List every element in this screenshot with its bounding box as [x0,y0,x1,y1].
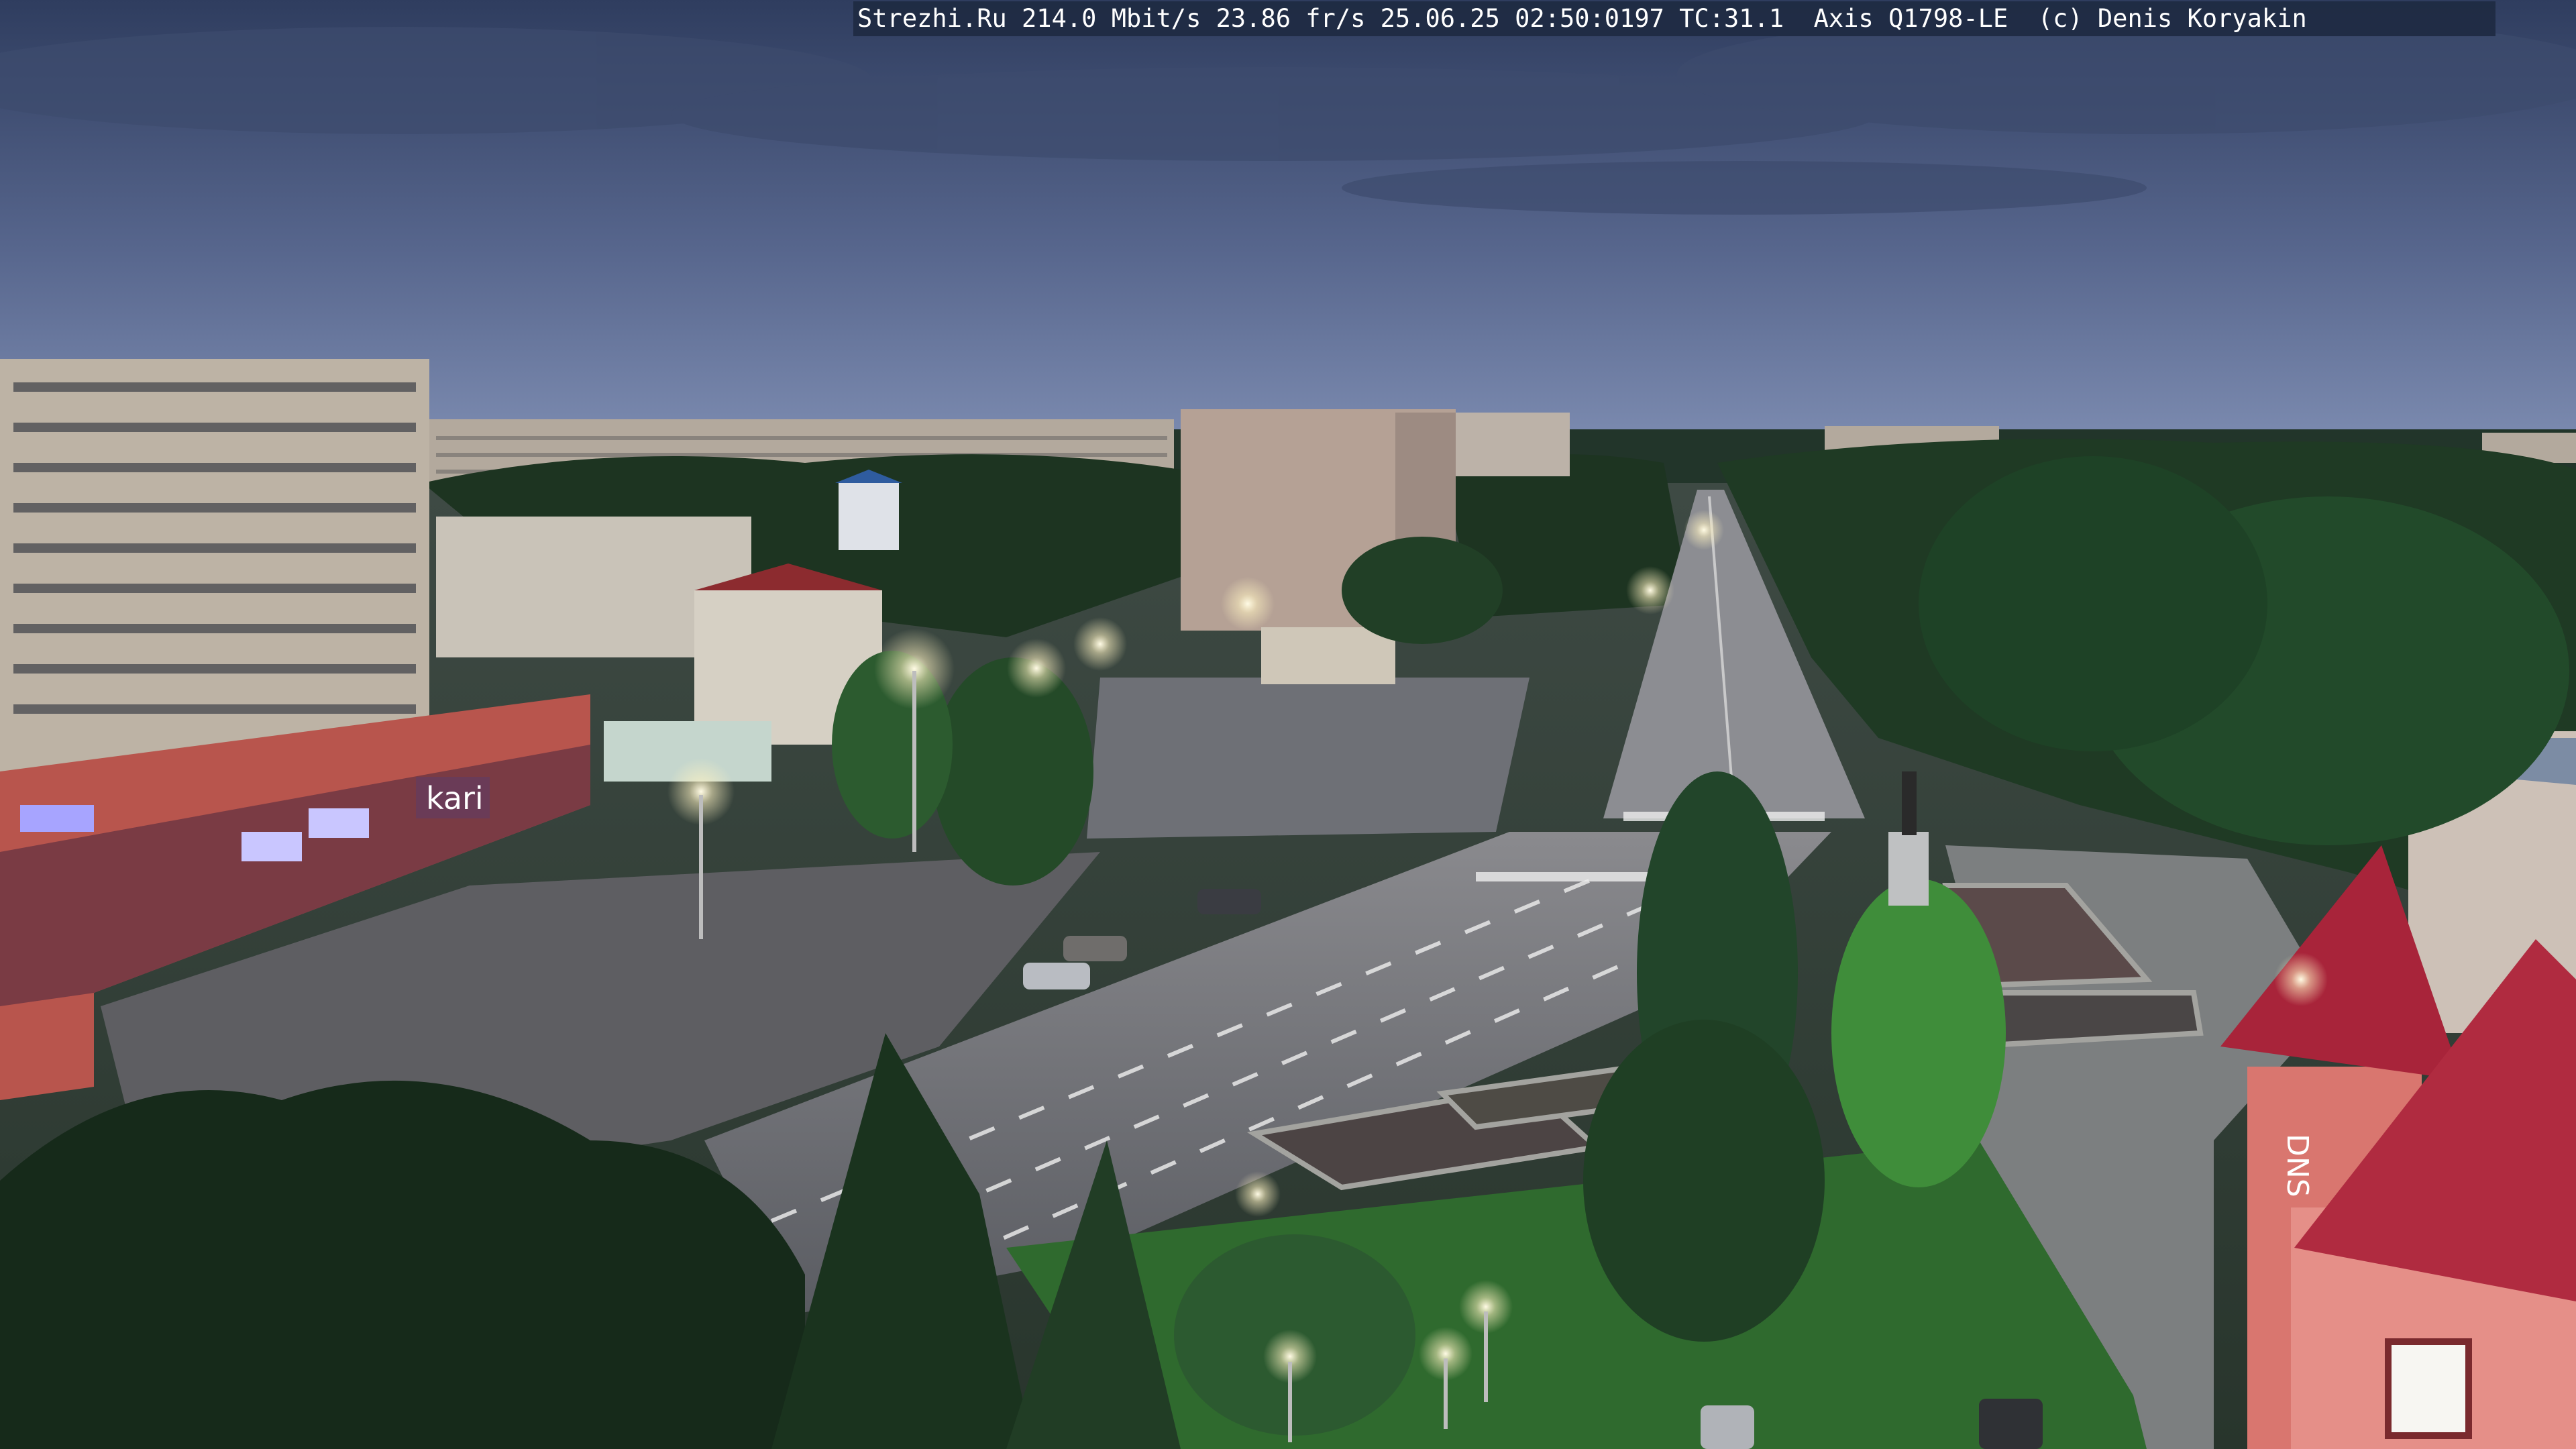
camera-info-overlay: Strezhi.Ru 214.0 Mbit/s 23.86 fr/s 25.06… [853,1,2496,36]
kari-sign-box: kari [416,777,490,818]
kiosk-building [1261,627,1395,684]
car-parked-2 [1979,1399,2043,1449]
parking-lot [1087,678,1529,839]
car-grey [1063,936,1127,961]
car-silver [1023,963,1090,989]
webcam-view: kari DNS Strezhi.Ru 214.0 Mbit/s 23.86 f… [0,0,2576,1449]
scene-image: kari DNS [0,0,2576,1449]
dns-sign: DNS [2280,1134,2314,1197]
car-dark [1197,889,1261,914]
car-parked-1 [1701,1405,1754,1449]
kari-sign: kari [426,780,484,816]
